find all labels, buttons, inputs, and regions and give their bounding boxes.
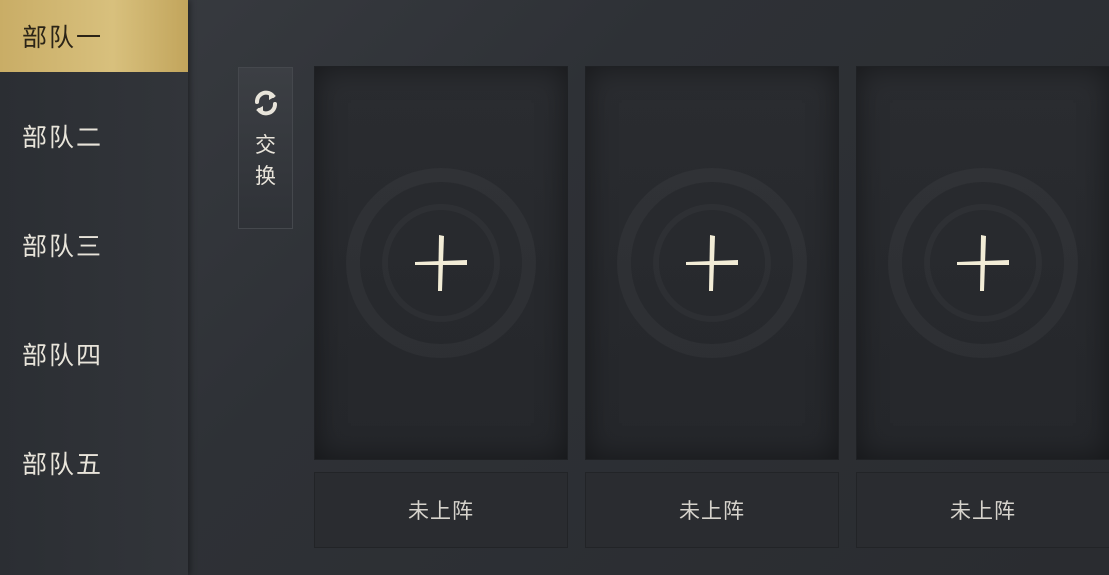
plus-icon <box>415 235 467 291</box>
squad-slot-1[interactable] <box>314 66 568 460</box>
slot-status-label: 未上阵 <box>950 499 1016 523</box>
tab-label: 部队四 <box>22 341 104 370</box>
tab-squad-3[interactable]: 部队三 <box>0 209 188 281</box>
slot-3-status: 未上阵 <box>856 472 1109 548</box>
swap-label: 交换 <box>255 133 276 188</box>
slot-status-label: 未上阵 <box>408 499 474 523</box>
squad-sidebar: 部队一 部队二 部队三 部队四 部队五 <box>0 0 188 575</box>
tab-label: 部队一 <box>22 23 104 52</box>
tab-label: 部队三 <box>22 232 104 261</box>
tab-squad-1[interactable]: 部队一 <box>0 0 188 72</box>
swap-icon <box>254 90 277 116</box>
plus-icon <box>686 235 738 291</box>
slot-2-status: 未上阵 <box>585 472 839 548</box>
tab-squad-5[interactable]: 部队五 <box>0 427 188 499</box>
swap-button[interactable]: 交换 <box>238 67 293 229</box>
slot-status-label: 未上阵 <box>679 499 745 523</box>
tab-label: 部队二 <box>22 123 104 152</box>
tab-squad-2[interactable]: 部队二 <box>0 100 188 172</box>
squad-slot-3[interactable] <box>856 66 1109 460</box>
plus-icon <box>957 235 1009 291</box>
squad-slot-2[interactable] <box>585 66 839 460</box>
tab-label: 部队五 <box>22 450 104 479</box>
slot-1-status: 未上阵 <box>314 472 568 548</box>
tab-squad-4[interactable]: 部队四 <box>0 318 188 390</box>
